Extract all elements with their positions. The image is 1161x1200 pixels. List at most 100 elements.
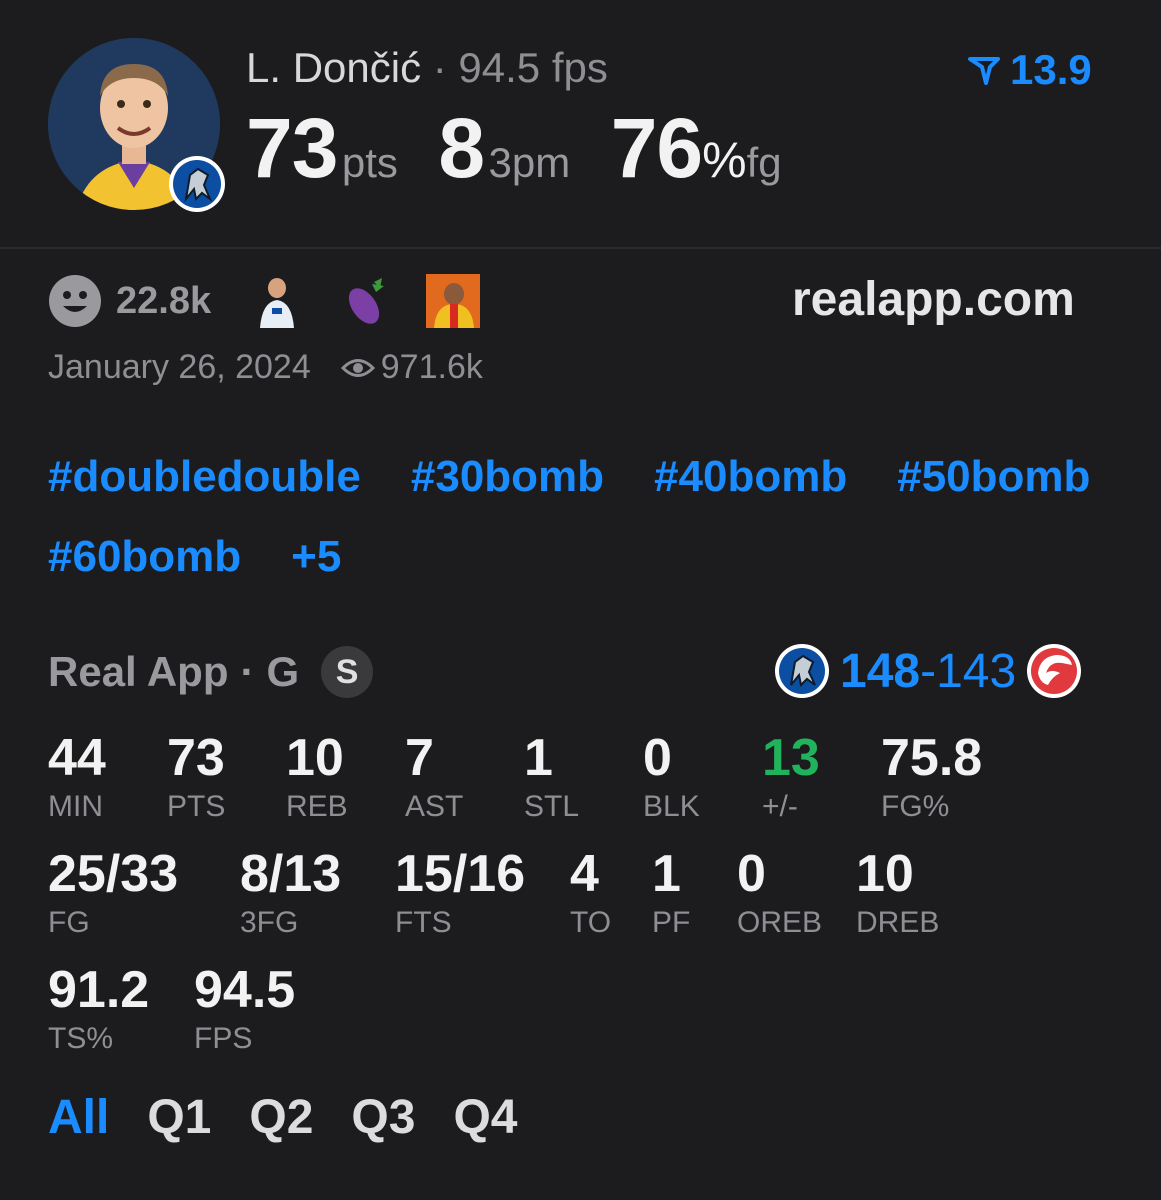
hashtag-list: #doubledouble #30bomb #40bomb #50bomb #6… bbox=[48, 452, 1108, 582]
stat-value: 94.5 bbox=[194, 961, 296, 1019]
stat-value: 13 bbox=[762, 729, 820, 787]
fantasy-score-badge[interactable]: 13.9 bbox=[968, 46, 1092, 94]
source-name: Real App bbox=[48, 648, 229, 695]
stat-value: 7 bbox=[405, 729, 434, 787]
stat-pts: 73 PTS bbox=[167, 730, 225, 824]
stat-label: AST bbox=[405, 790, 464, 823]
stat-value: 91.2 bbox=[48, 961, 150, 1019]
post-date: January 26, 2024 bbox=[48, 348, 311, 386]
player-fps: 94.5 fps bbox=[458, 44, 608, 91]
mavericks-logo-icon bbox=[775, 644, 829, 698]
hawks-logo-icon bbox=[1027, 644, 1082, 698]
stat-stl: 1 STL bbox=[524, 730, 579, 824]
away-score: 143 bbox=[936, 644, 1017, 698]
separator-dot: · bbox=[432, 44, 459, 91]
player-reaction-icon[interactable] bbox=[249, 275, 305, 328]
stat-value: 1 bbox=[524, 729, 553, 787]
home-score: 148 bbox=[840, 644, 921, 698]
stat-pf: 1 PF bbox=[652, 846, 690, 940]
tag-60bomb[interactable]: #60bomb bbox=[48, 532, 241, 582]
stat-label: +/- bbox=[762, 790, 798, 823]
more-tags-button[interactable]: +5 bbox=[291, 532, 341, 582]
stat-dreb: 10 DREB bbox=[856, 846, 939, 940]
stat-label: MIN bbox=[48, 790, 103, 823]
stat-3fg: 8/13 3FG bbox=[240, 846, 341, 940]
tag-30bomb[interactable]: #30bomb bbox=[411, 452, 604, 502]
stat-label: PF bbox=[652, 906, 691, 939]
stat-fts: 15/16 FTS bbox=[395, 846, 525, 940]
stat-label: FG bbox=[48, 906, 90, 939]
stat-fps: 94.5 FPS bbox=[194, 962, 295, 1056]
score-separator: - bbox=[920, 644, 937, 698]
hotline-meme-icon[interactable] bbox=[425, 274, 481, 328]
stat-label: FG% bbox=[881, 790, 950, 823]
stat-label: STL bbox=[524, 790, 580, 823]
headline-threes-unit: 3pm bbox=[488, 139, 571, 186]
headline-fg-unit: fg bbox=[746, 139, 782, 186]
post-meta: January 26, 2024 971.6k bbox=[48, 348, 483, 387]
stat-fg: 25/33 FG bbox=[48, 846, 178, 940]
stat-min: 44 MIN bbox=[48, 730, 106, 824]
mavericks-logo-icon bbox=[168, 155, 226, 213]
tab-all[interactable]: All bbox=[48, 1090, 109, 1145]
stat-ts-pct: 91.2 TS% bbox=[48, 962, 149, 1056]
stat-to: 4 TO bbox=[570, 846, 611, 940]
stat-fg-pct: 75.8 FG% bbox=[881, 730, 982, 824]
stat-label: OREB bbox=[737, 906, 823, 939]
headline-fg-percent: % bbox=[702, 132, 747, 188]
headline-stats: 73 pts 8 3pm 76%fg bbox=[246, 100, 818, 197]
headline-fg-value: 76 bbox=[610, 101, 703, 195]
tab-q2[interactable]: Q2 bbox=[249, 1090, 313, 1145]
stat-blk: 0 BLK bbox=[643, 730, 700, 824]
tab-q3[interactable]: Q3 bbox=[351, 1090, 415, 1145]
tag-50bomb[interactable]: #50bomb bbox=[897, 452, 1090, 502]
reactions-row: 22.8k bbox=[48, 274, 499, 328]
headline-threes-value: 8 bbox=[438, 101, 485, 195]
site-link[interactable]: realapp.com bbox=[792, 272, 1075, 327]
stat-label: REB bbox=[286, 790, 348, 823]
tag-doubledouble[interactable]: #doubledouble bbox=[48, 452, 361, 502]
stat-value: 1 bbox=[652, 845, 681, 903]
stat-label: TS% bbox=[48, 1022, 114, 1055]
stat-value: 75.8 bbox=[881, 729, 983, 787]
stat-value: 73 bbox=[167, 729, 225, 787]
stat-label: FTS bbox=[395, 906, 452, 939]
stat-value: 0 bbox=[643, 729, 672, 787]
header-divider bbox=[0, 247, 1161, 249]
stat-plus-minus: 13 +/- bbox=[762, 730, 820, 824]
eye-icon bbox=[340, 358, 375, 377]
stat-value: 4 bbox=[570, 845, 599, 903]
stat-value: 10 bbox=[286, 729, 344, 787]
stat-label: TO bbox=[570, 906, 612, 939]
tab-q4[interactable]: Q4 bbox=[453, 1090, 517, 1145]
tab-q1[interactable]: Q1 bbox=[147, 1090, 211, 1145]
view-count: 971.6k bbox=[380, 348, 483, 386]
stat-label: BLK bbox=[643, 790, 700, 823]
stat-label: PTS bbox=[167, 790, 226, 823]
starter-badge: S bbox=[321, 646, 374, 698]
stat-value: 8/13 bbox=[240, 845, 342, 903]
headline-points-value: 73 bbox=[246, 101, 338, 195]
real-score-icon bbox=[968, 57, 1000, 85]
game-source: Real App · G S bbox=[48, 646, 374, 698]
player-position: G bbox=[266, 648, 300, 695]
post-views: 971.6k bbox=[340, 348, 483, 387]
stat-oreb: 0 OREB bbox=[737, 846, 822, 940]
reaction-count: 22.8k bbox=[116, 279, 212, 322]
stat-value: 0 bbox=[737, 845, 766, 903]
stat-label: 3FG bbox=[240, 906, 299, 939]
headline-points-unit: pts bbox=[341, 139, 398, 186]
player-name[interactable]: L. Dončić bbox=[246, 44, 421, 91]
separator-dot: · bbox=[240, 648, 255, 695]
smiley-reaction-icon[interactable] bbox=[48, 274, 102, 328]
quarter-tabs: All Q1 Q2 Q3 Q4 bbox=[48, 1090, 517, 1145]
fantasy-score-value: 13.9 bbox=[1010, 46, 1092, 93]
tag-40bomb[interactable]: #40bomb bbox=[654, 452, 847, 502]
stat-label: FPS bbox=[194, 1022, 253, 1055]
stat-value: 44 bbox=[48, 729, 106, 787]
stat-label: DREB bbox=[856, 906, 940, 939]
stat-value: 15/16 bbox=[395, 845, 526, 903]
game-score[interactable]: 148-143 bbox=[774, 643, 1082, 699]
stat-reb: 10 REB bbox=[286, 730, 348, 824]
eggplant-icon[interactable] bbox=[337, 275, 393, 327]
